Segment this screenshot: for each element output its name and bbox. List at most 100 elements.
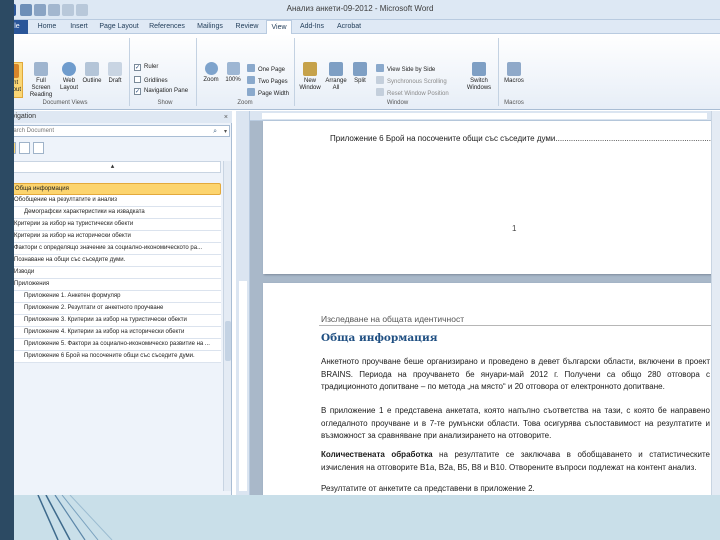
vertical-ruler (236, 111, 250, 495)
gridlines-checkbox[interactable]: Gridlines (134, 76, 168, 84)
view-side-by-side-label: View Side by Side (387, 67, 436, 73)
two-pages-label: Two Pages (258, 79, 288, 85)
chevron-down-icon[interactable]: ▾ (224, 127, 227, 137)
gridlines-label: Gridlines (144, 78, 168, 84)
group-separator (129, 38, 130, 106)
split-label: Split (354, 78, 366, 84)
outline-button[interactable]: Outline (81, 62, 103, 98)
zoom-100-button[interactable]: 100% (224, 62, 242, 98)
split-button[interactable]: Split (350, 62, 370, 98)
horizontal-ruler (250, 111, 720, 121)
ribbon-tab-bar: File Home Insert Page Layout References … (0, 20, 720, 35)
word-window: Анализ анкети-09-2012 - Microsoft Word F… (0, 0, 720, 495)
close-icon[interactable]: × (224, 112, 228, 124)
full-screen-reading-label: Full Screen Reading (29, 78, 53, 98)
arrange-all-button[interactable]: Arrange All (324, 62, 348, 98)
tab-add-ins[interactable]: Add-Ins (297, 20, 327, 34)
macros-label: Macros (504, 78, 524, 84)
split-icon (353, 62, 367, 76)
tab-page-layout[interactable]: Page Layout (97, 20, 141, 34)
show-group-label: Show (157, 100, 173, 106)
tab-mailings[interactable]: Mailings (193, 20, 227, 34)
tab-review[interactable]: Review (232, 20, 262, 34)
nav-heading-item[interactable]: Обща информация (4, 183, 221, 195)
reset-window-position-button[interactable]: Reset Window Position (376, 88, 449, 97)
macros-button[interactable]: Macros (502, 62, 526, 98)
page-width-icon (247, 88, 255, 96)
slide-bottom-band (0, 495, 720, 540)
navigation-pane-checkbox[interactable]: ✓ Navigation Pane (134, 88, 188, 95)
page-width-label: Page Width (258, 91, 290, 97)
nav-heading-label: Познаване на общи със съседите думи. (14, 257, 126, 263)
vertical-ruler-margin (239, 281, 247, 491)
nav-heading-label: Приложение 1. Анкетен формуляр (24, 293, 121, 299)
draft-button[interactable]: Draft (104, 62, 126, 98)
tab-insert[interactable]: Insert (64, 20, 94, 34)
macros-group-label: Macros (504, 100, 524, 106)
nav-heading-item[interactable]: Критерии за избор на исторически обекти (4, 231, 221, 243)
nav-heading-item[interactable]: Приложение 1. Анкетен формуляр (4, 291, 221, 303)
nav-heading-item[interactable]: ◢Приложения (4, 279, 221, 291)
web-layout-button[interactable]: Web Layout (58, 62, 80, 98)
paragraph-bold-term: Количествената обработка (321, 450, 433, 459)
nav-heading-label: Изводи (14, 269, 35, 275)
nav-heading-item[interactable]: Изводи (4, 267, 221, 279)
zoom-button[interactable]: Zoom (200, 62, 222, 98)
nav-heading-item[interactable]: Приложение 2. Резултати от анкетното про… (4, 303, 221, 315)
synchronous-scrolling-button[interactable]: Synchronous Scrolling (376, 76, 447, 85)
search-document-input[interactable]: Search Document ⌕ ▾ (2, 125, 230, 137)
zoom-group-label: Zoom (237, 100, 253, 106)
window-group-label: Window (386, 100, 409, 106)
switch-windows-icon (472, 62, 486, 76)
synchronous-scrolling-label: Synchronous Scrolling (387, 79, 447, 85)
new-window-icon (303, 62, 317, 76)
draft-label: Draft (108, 78, 122, 84)
one-page-label: One Page (258, 67, 286, 73)
nav-heading-item[interactable]: Познаване на общи със съседите думи. (4, 255, 221, 267)
nav-heading-item[interactable]: Демографски характеристики на извадката (4, 207, 221, 219)
nav-heading-item[interactable]: ◢Обобщение на резултатите и анализ (4, 195, 221, 207)
navigation-scrollbar-thumb[interactable] (225, 321, 231, 361)
tab-references[interactable]: References (145, 20, 189, 34)
browse-results-tab-icon[interactable] (33, 142, 44, 154)
navigation-heading-list: Обща информация ◢Обобщение на резултатите… (4, 183, 221, 363)
tab-acrobat[interactable]: Acrobat (333, 20, 365, 34)
toc-entry: Приложение 6 Брой на посочените общи със… (330, 134, 720, 143)
document-page-1[interactable] (263, 121, 720, 274)
new-window-button[interactable]: New Window (298, 62, 322, 98)
web-layout-label: Web Layout (59, 78, 78, 91)
two-pages-button[interactable]: Two Pages (247, 76, 288, 85)
nav-heading-label: Критерии за избор на туристически обекти (14, 221, 134, 227)
switch-windows-button[interactable]: Switch Windows (464, 62, 494, 98)
ribbon: Print Layout Full Screen Reading Web Lay… (0, 34, 720, 110)
magnifier-icon (204, 62, 218, 75)
nav-heading-item[interactable]: Критерии за избор на туристически обекти (4, 219, 221, 231)
search-icon[interactable]: ⌕ (213, 127, 217, 137)
browse-pages-tab-icon[interactable] (19, 142, 30, 154)
one-page-button[interactable]: One Page (247, 64, 285, 73)
tab-view[interactable]: View (266, 20, 292, 35)
header-divider (319, 325, 711, 326)
page-width-button[interactable]: Page Width (247, 88, 289, 97)
nav-heading-label: Критерии за избор на исторически обекти (14, 233, 131, 239)
new-window-label: New Window (299, 78, 321, 91)
nav-heading-item[interactable]: Приложение 4. Критерии за избор на истор… (4, 327, 221, 339)
full-screen-reading-button[interactable]: Full Screen Reading (26, 62, 56, 98)
nav-heading-item[interactable]: Фактори с определящо значение за социалн… (4, 243, 221, 255)
sync-scroll-icon (376, 76, 384, 84)
zoom-100-label: 100% (225, 77, 241, 83)
tab-home[interactable]: Home (31, 20, 63, 34)
one-page-icon (247, 64, 255, 72)
ruler-checkbox[interactable]: ✓ Ruler (134, 64, 158, 71)
nav-heading-item[interactable]: Приложение 5. Фактори за социално-иконом… (4, 339, 221, 351)
document-vertical-scrollbar[interactable] (711, 111, 720, 495)
view-side-by-side-button[interactable]: View Side by Side (376, 64, 435, 73)
scroll-up-arrow-icon[interactable]: ▴ (4, 161, 221, 173)
nav-heading-item[interactable]: Приложение 6 Брой на посочените общи със… (4, 351, 221, 363)
macros-icon (507, 62, 521, 76)
full-screen-reading-icon (34, 62, 48, 76)
navigation-pane-check-icon: ✓ (134, 88, 141, 95)
navigation-scrollbar[interactable] (223, 161, 231, 491)
nav-heading-item[interactable]: Приложение 3. Критерии за избор на турис… (4, 315, 221, 327)
ruler-label: Ruler (144, 64, 159, 70)
